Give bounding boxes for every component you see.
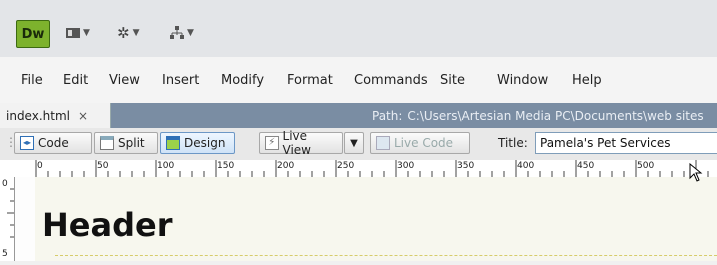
site-menu-button[interactable]: ▼: [170, 25, 194, 41]
document-path: Path: C:\Users\Artesian Media PC\Documen…: [372, 103, 704, 128]
menu-modify[interactable]: Modify: [221, 73, 264, 88]
document-tab[interactable]: index.html ×: [0, 103, 111, 128]
menu-insert[interactable]: Insert: [162, 73, 199, 88]
gear-icon: ✲: [117, 24, 130, 42]
ruler-label-250: 250: [337, 161, 355, 171]
menu-edit[interactable]: Edit: [63, 73, 88, 88]
ruler-label-50: 50: [97, 161, 109, 171]
div-outline: [55, 255, 717, 256]
menu-site[interactable]: Site: [440, 73, 465, 88]
settings-menu-button[interactable]: ✲ ▼: [117, 24, 140, 42]
chevron-down-icon: ▼: [132, 28, 140, 38]
live-code-icon: [376, 136, 390, 150]
ruler-label-350: 350: [457, 161, 475, 171]
app-top-bar: Dw ▼ ✲ ▼ ▼: [0, 0, 717, 57]
ruler-label-200: 200: [277, 161, 295, 171]
layout-icon: [66, 28, 80, 38]
live-view-options-button[interactable]: ▼: [344, 132, 364, 154]
layout-menu-button[interactable]: ▼: [66, 25, 90, 41]
title-label: Title:: [498, 136, 528, 150]
ruler-label-300: 300: [397, 161, 415, 171]
chevron-down-icon: ▼: [350, 137, 358, 149]
code-view-button[interactable]: ◂▸ Code: [14, 132, 92, 154]
menu-view[interactable]: View: [109, 73, 140, 88]
code-view-label: Code: [38, 136, 69, 150]
page-heading[interactable]: Header: [42, 206, 172, 244]
ruler-label-500: 500: [637, 161, 655, 171]
code-icon: ◂▸: [20, 136, 34, 150]
close-icon[interactable]: ×: [78, 109, 88, 123]
live-view-icon: ⚡: [265, 136, 279, 150]
live-view-button[interactable]: ⚡ Live View: [259, 129, 343, 157]
design-view-button[interactable]: Design: [160, 132, 235, 154]
live-code-label: Live Code: [394, 136, 454, 150]
ruler-label-450: 450: [577, 161, 595, 171]
document-tab-label: index.html: [6, 108, 70, 123]
menu-bar: File Edit View Insert Modify Format Comm…: [0, 57, 717, 103]
design-view-label: Design: [184, 136, 226, 150]
mouse-cursor-icon: [689, 163, 703, 182]
path-value: C:\Users\Artesian Media PC\Documents\web…: [407, 108, 704, 123]
title-input[interactable]: [535, 132, 717, 154]
chevron-down-icon: ▼: [83, 28, 90, 38]
path-label: Path:: [372, 108, 403, 123]
vruler-label-5: 5: [2, 249, 8, 259]
ruler-label-0: 0: [37, 161, 43, 171]
menu-file[interactable]: File: [21, 73, 43, 88]
document-toolbar: ⋮ ◂▸ Code Split Design ⚡ Live View ▼ Liv…: [0, 128, 717, 161]
vertical-ruler: 0 5: [0, 177, 15, 261]
ruler-label-400: 400: [517, 161, 535, 171]
split-view-label: Split: [118, 136, 145, 150]
live-code-button[interactable]: Live Code: [370, 132, 470, 154]
design-icon: [166, 136, 180, 150]
vruler-label-0: 0: [2, 179, 8, 189]
dreamweaver-logo: Dw: [16, 20, 50, 48]
menu-help[interactable]: Help: [572, 73, 602, 88]
chevron-down-icon: ▼: [187, 28, 194, 38]
document-tab-bar: index.html × Path: C:\Users\Artesian Med…: [0, 103, 717, 128]
menu-commands[interactable]: Commands: [354, 73, 428, 88]
ruler-label-100: 100: [157, 161, 175, 171]
split-icon: [100, 136, 114, 150]
horizontal-ruler: 0 50 100 150 200 250 300 350 400 450 500: [0, 160, 717, 178]
site-icon: [170, 26, 184, 39]
menu-window[interactable]: Window: [497, 73, 548, 88]
live-view-label: Live View: [282, 129, 311, 157]
split-view-button[interactable]: Split: [94, 132, 158, 154]
menu-format[interactable]: Format: [287, 73, 333, 88]
ruler-label-150: 150: [217, 161, 235, 171]
